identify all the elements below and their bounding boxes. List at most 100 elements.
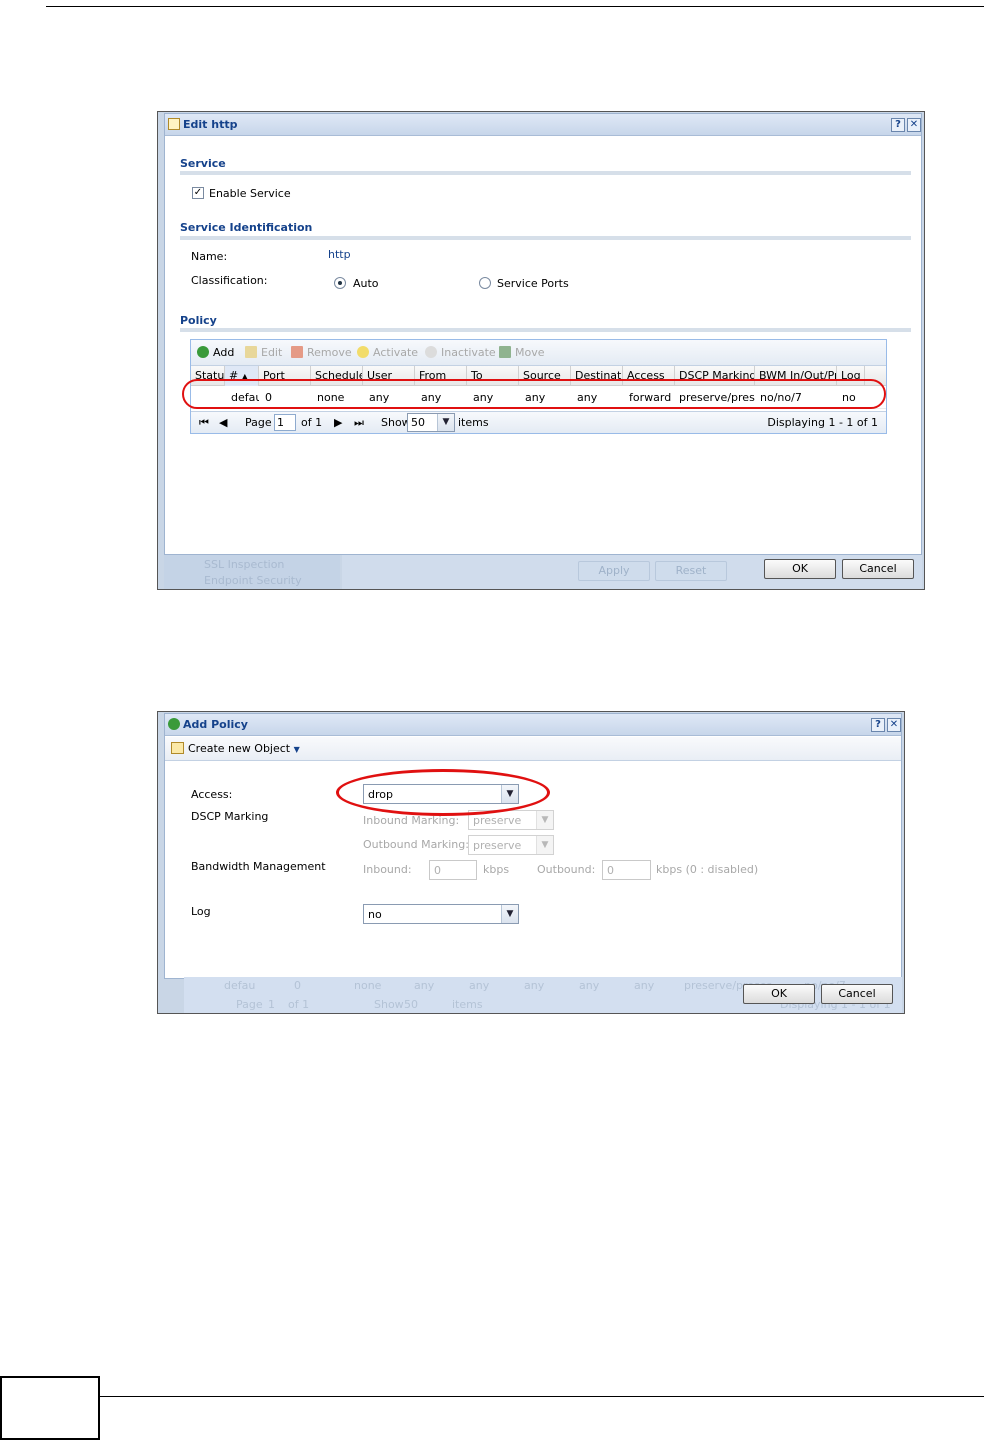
enable-service-checkbox[interactable]: ✓ (192, 187, 204, 199)
classification-ports-label: Service Ports (497, 277, 569, 290)
ok-button[interactable]: OK (743, 984, 815, 1004)
chevron-down-icon: ▼ (437, 414, 454, 431)
create-object-label: Create new Object (188, 742, 291, 755)
remove-button[interactable]: Remove (291, 346, 352, 359)
items-label: items (458, 416, 489, 429)
prev-page-icon[interactable]: ◀ (219, 416, 227, 429)
outbound-marking-label: Outbound Marking: (363, 838, 469, 851)
move-button[interactable]: Move (499, 346, 545, 359)
help-icon[interactable]: ? (891, 118, 905, 132)
kbps-label: kbps (483, 863, 510, 876)
inactivate-label: Inactivate (441, 346, 496, 359)
close-icon[interactable]: ✕ (907, 118, 921, 132)
page-count: of 1 (301, 416, 323, 429)
chevron-down-icon: ▼ (501, 905, 518, 923)
displaying-text: Displaying 1 - 1 of 1 (767, 416, 878, 429)
bg-cell: defau (224, 979, 256, 992)
background-sidebar: SSL Inspection Endpoint Security (164, 555, 340, 589)
page-size-value: 50 (411, 416, 425, 429)
page-number-box (0, 1376, 100, 1440)
chevron-down-icon: ▼ (536, 811, 553, 829)
outbound-marking-select[interactable]: preserve ▼ (468, 835, 554, 855)
kbps-disabled-label: kbps (0 : disabled) (656, 863, 759, 876)
page-label: Page (245, 416, 272, 429)
header-rule (46, 6, 984, 7)
inbound-label: Inbound: (363, 863, 412, 876)
cancel-button[interactable]: Cancel (821, 984, 893, 1004)
lightbulb-off-icon (425, 346, 437, 358)
bg-cell: any (579, 979, 600, 992)
classification-auto-radio[interactable] (334, 277, 346, 289)
bg-cell: any (469, 979, 490, 992)
edit-button[interactable]: Edit (245, 346, 282, 359)
enable-service-label: Enable Service (209, 187, 291, 200)
dialog-title: Edit http (183, 118, 238, 131)
first-page-icon[interactable]: ⏮ (199, 416, 209, 430)
edit-http-dialog: Edit http ? ✕ Service ✓ Enable Service S… (164, 113, 922, 555)
inbound-marking-value: preserve (473, 814, 522, 827)
highlight-access (336, 769, 550, 816)
last-page-icon[interactable]: ⏭ (354, 416, 364, 430)
bg-pager-item: Show (374, 998, 404, 1011)
section-divider (180, 328, 911, 332)
dialog-title: Add Policy (183, 718, 248, 731)
section-divider (180, 236, 911, 240)
move-label: Move (515, 346, 545, 359)
ok-button[interactable]: OK (764, 559, 836, 579)
grid-pager: ⏮ ◀ Page 1 of 1 ▶ ⏭ Show 50 ▼ items Displ… (191, 411, 886, 433)
outbound-marking-value: preserve (473, 839, 522, 852)
bg-reset-button: Reset (655, 561, 727, 581)
classification-label: Classification: (191, 274, 268, 287)
trash-icon (291, 346, 303, 358)
bg-pager-item: Page (236, 998, 263, 1011)
bwm-label: Bandwidth Management (191, 860, 326, 873)
bg-cell: 0 (294, 979, 301, 992)
section-identification-heading: Service Identification (180, 221, 313, 234)
dialog-title-bar[interactable]: Add Policy ? ✕ (165, 714, 901, 736)
outbound-label: Outbound: (537, 863, 596, 876)
bg-cell: any (634, 979, 655, 992)
log-value: no (368, 908, 382, 921)
bg-pager-item: 1 (268, 998, 275, 1011)
chevron-down-icon: ▼ (293, 745, 300, 754)
object-toolbar: Create new Object ▼ (165, 737, 901, 761)
section-divider (180, 171, 911, 175)
help-icon[interactable]: ? (871, 718, 885, 732)
create-object-menu[interactable]: Create new Object ▼ (171, 742, 300, 755)
close-icon[interactable]: ✕ (887, 718, 901, 732)
page-size-select[interactable]: 50 ▼ (407, 413, 455, 432)
classification-auto-label: Auto (353, 277, 379, 290)
add-policy-screenshot: Add Policy ? ✕ Create new Object ▼ Acces… (157, 711, 905, 1014)
activate-button[interactable]: Activate (357, 346, 418, 359)
activate-label: Activate (373, 346, 419, 359)
page-input[interactable]: 1 (274, 414, 296, 431)
add-policy-dialog: Add Policy ? ✕ Create new Object ▼ Acces… (164, 713, 902, 979)
section-service-heading: Service (180, 157, 226, 170)
edit-label: Edit (261, 346, 283, 359)
log-label: Log (191, 905, 211, 918)
add-label: Add (213, 346, 235, 359)
add-button[interactable]: Add (197, 346, 234, 359)
lightbulb-icon (357, 346, 369, 358)
dscp-label: DSCP Marking (191, 810, 269, 823)
chevron-down-icon: ▼ (536, 836, 553, 854)
outbound-input[interactable]: 0 (602, 860, 651, 880)
section-policy-heading: Policy (180, 314, 217, 327)
highlight-row (182, 379, 886, 409)
bg-apply-button: Apply (578, 561, 650, 581)
bg-menu-item: SSL Inspection (204, 558, 285, 571)
inactivate-button[interactable]: Inactivate (425, 346, 496, 359)
classification-ports-radio[interactable] (479, 277, 491, 289)
next-page-icon[interactable]: ▶ (334, 416, 342, 429)
bg-pager-item: of 1 (288, 998, 310, 1011)
bg-pager-item: 50 (404, 998, 418, 1011)
edit-icon (245, 346, 257, 358)
remove-label: Remove (307, 346, 352, 359)
cancel-button[interactable]: Cancel (842, 559, 914, 579)
move-icon (499, 346, 511, 358)
inbound-input[interactable]: 0 (429, 860, 477, 880)
dialog-title-bar[interactable]: Edit http ? ✕ (165, 114, 921, 136)
bg-cell: none (354, 979, 382, 992)
access-label: Access: (191, 788, 233, 801)
log-select[interactable]: no ▼ (363, 904, 519, 924)
